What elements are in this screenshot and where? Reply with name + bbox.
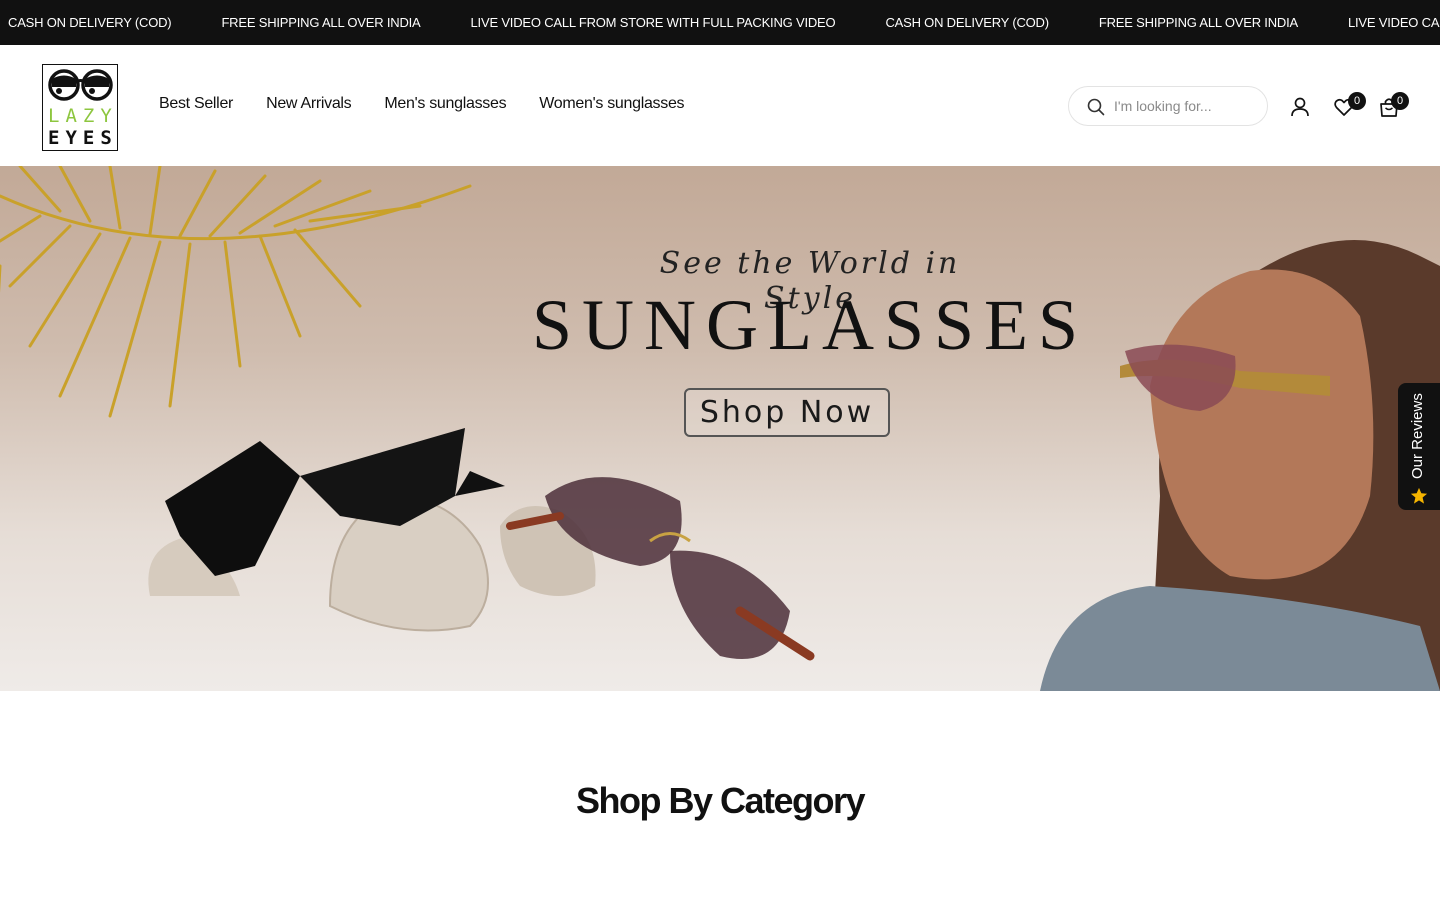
our-reviews-tab[interactable]: Our Reviews: [1398, 383, 1440, 510]
site-header: LAZY EYES Best Seller New Arrivals Men's…: [0, 45, 1440, 166]
announcement-message: LIVE VIDEO CALL FROM STORE WITH FULL PAC…: [1347, 15, 1440, 30]
announcement-track: CASH ON DELIVERY (COD) FREE SHIPPING ALL…: [8, 0, 1440, 45]
logo-text-top: LAZY: [48, 105, 118, 127]
user-icon[interactable]: [1289, 96, 1311, 118]
cart-count-badge: 0: [1391, 92, 1409, 110]
palm-leaf-image: [0, 166, 472, 418]
shop-now-button[interactable]: Shop Now: [684, 388, 890, 437]
search-icon[interactable]: [1087, 98, 1105, 116]
star-icon: [1410, 487, 1428, 504]
hero-banner[interactable]: See the World in Style SUNGLASSES Shop N…: [0, 166, 1440, 691]
nav-item-mens-sunglasses[interactable]: Men's sunglasses: [384, 95, 506, 113]
announcement-message: CASH ON DELIVERY (COD): [885, 15, 1049, 30]
announcement-message: FREE SHIPPING ALL OVER INDIA: [221, 15, 421, 30]
store-logo[interactable]: LAZY EYES: [42, 64, 118, 151]
wishlist-count-badge: 0: [1348, 92, 1366, 110]
section-title: Shop By Category: [575, 780, 866, 821]
logo-text-bottom: EYES: [48, 127, 118, 149]
glasses-logo-icon: [48, 69, 113, 101]
main-nav: Best Seller New Arrivals Men's sunglasse…: [159, 95, 717, 113]
search-box[interactable]: [1068, 86, 1268, 126]
announcement-message: CASH ON DELIVERY (COD): [8, 15, 172, 30]
announcement-message: LIVE VIDEO CALL FROM STORE WITH FULL PAC…: [470, 15, 836, 30]
nav-item-new-arrivals[interactable]: New Arrivals: [266, 95, 352, 113]
announcement-message: FREE SHIPPING ALL OVER INDIA: [1098, 15, 1298, 30]
nav-item-best-seller[interactable]: Best Seller: [159, 95, 233, 113]
nav-item-womens-sunglasses[interactable]: Women's sunglasses: [539, 95, 684, 113]
hero-headline: SUNGLASSES: [531, 285, 1089, 365]
announcement-bar: CASH ON DELIVERY (COD) FREE SHIPPING ALL…: [0, 0, 1440, 45]
search-input[interactable]: [1114, 96, 1259, 116]
our-reviews-label: Our Reviews: [1409, 393, 1426, 479]
